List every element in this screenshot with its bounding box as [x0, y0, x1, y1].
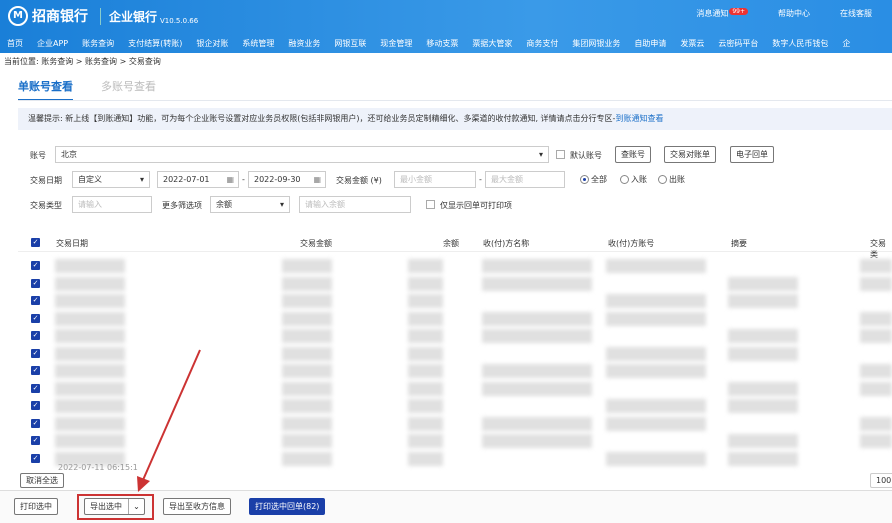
annotation-arrow — [137, 349, 201, 492]
